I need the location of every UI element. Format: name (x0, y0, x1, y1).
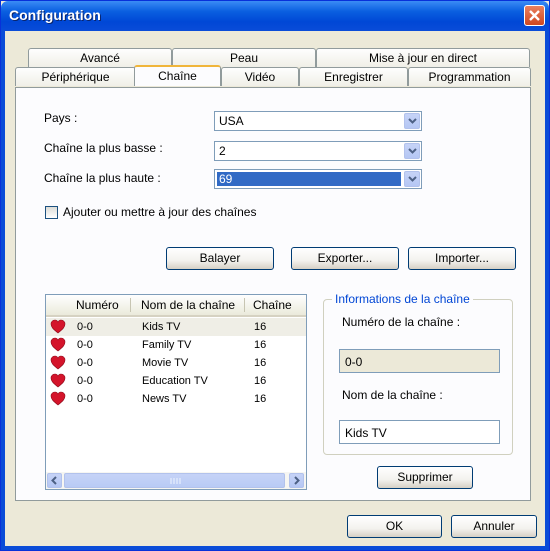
configuration-dialog: Configuration Avancé Peau Mise à jour en… (0, 0, 550, 551)
tab-label: Mise à jour en direct (368, 51, 478, 65)
column-header-channel[interactable]: Chaîne (253, 298, 292, 312)
column-header-number[interactable]: Numéro (76, 298, 119, 312)
list-item[interactable]: 0-0 News TV 16 (46, 390, 306, 408)
scan-button[interactable]: Balayer (166, 247, 274, 270)
channel-list[interactable]: Numéro Nom de la chaîne Chaîne 0-0 Kids … (45, 294, 307, 490)
tab-label: Périphérique (41, 70, 110, 84)
tab-label: Chaîne (158, 69, 197, 83)
tab-live-update[interactable]: Mise à jour en direct (316, 48, 530, 67)
chevron-down-icon (408, 118, 417, 124)
window-title: Configuration (9, 7, 101, 23)
tab-channel[interactable]: Chaîne (134, 65, 221, 86)
scroll-thumb[interactable] (64, 473, 285, 488)
highest-channel-label: Chaîne la plus haute : (44, 171, 161, 185)
channel-name-label: Nom de la chaîne : (342, 388, 443, 402)
column-header-name[interactable]: Nom de la chaîne (141, 298, 235, 312)
window-frame-left (1, 31, 5, 550)
delete-button[interactable]: Supprimer (377, 466, 473, 489)
tab-label: Programmation (428, 70, 511, 84)
channel-number-label: Numéro de la chaîne : (342, 315, 461, 329)
country-value: USA (219, 114, 244, 128)
column-separator[interactable] (244, 298, 245, 312)
tab-video[interactable]: Vidéo (221, 67, 299, 86)
row-channel: 16 (254, 393, 267, 405)
window-frame-right (545, 31, 549, 550)
scroll-left-button[interactable] (47, 473, 62, 488)
row-number: 0-0 (77, 393, 93, 405)
list-item[interactable]: 0-0 Family TV 16 (46, 336, 306, 354)
lowest-channel-select[interactable]: 2 (214, 141, 422, 161)
row-channel: 16 (254, 357, 267, 369)
channel-name-field[interactable]: Kids TV (339, 420, 500, 444)
list-item[interactable]: 0-0 Kids TV 16 (46, 318, 306, 336)
row-channel: 16 (254, 339, 267, 351)
row-channel: 16 (254, 375, 267, 387)
chevron-down-icon (408, 148, 417, 154)
country-label: Pays : (44, 111, 78, 125)
row-number: 0-0 (77, 375, 93, 387)
heart-icon (50, 355, 66, 370)
import-button[interactable]: Importer... (408, 247, 516, 270)
add-update-channels-label: Ajouter ou mettre à jour des chaînes (63, 205, 257, 219)
chevron-right-icon (294, 476, 300, 485)
scroll-right-button[interactable] (289, 473, 304, 488)
channel-number-value: 0-0 (345, 355, 363, 369)
window-frame-bottom (1, 546, 549, 550)
tab-label: Avancé (80, 51, 120, 65)
dropdown-button[interactable] (404, 143, 420, 159)
channel-name-value: Kids TV (345, 426, 387, 440)
tab-schedule[interactable]: Programmation (408, 67, 531, 86)
tab-label: Enregistrer (324, 70, 383, 84)
heart-icon (50, 337, 66, 352)
tab-label: Peau (229, 51, 259, 65)
row-channel: 16 (254, 321, 267, 333)
row-number: 0-0 (77, 321, 93, 333)
list-item[interactable]: 0-0 Movie TV 16 (46, 354, 306, 372)
list-item[interactable]: 0-0 Education TV 16 (46, 372, 306, 390)
horizontal-scrollbar[interactable] (46, 472, 306, 489)
row-name: Kids TV (142, 321, 181, 333)
grip-icon (170, 478, 181, 484)
highest-channel-value: 69 (217, 172, 401, 186)
row-number: 0-0 (77, 357, 93, 369)
heart-icon (50, 319, 66, 334)
tab-device[interactable]: Périphérique (15, 67, 136, 86)
highest-channel-select[interactable]: 69 (214, 169, 422, 189)
tab-label: Vidéo (244, 70, 276, 84)
tab-record[interactable]: Enregistrer (299, 67, 408, 86)
heart-icon (50, 391, 66, 406)
chevron-left-icon (51, 476, 57, 485)
row-name: Education TV (142, 375, 208, 387)
close-button[interactable] (524, 5, 545, 26)
chevron-down-icon (408, 176, 417, 182)
add-update-channels-checkbox[interactable] (45, 206, 58, 219)
cancel-button[interactable]: Annuler (451, 515, 537, 538)
heart-icon (50, 373, 66, 388)
close-icon (529, 10, 540, 21)
country-select[interactable]: USA (214, 111, 422, 131)
export-button[interactable]: Exporter... (291, 247, 399, 270)
channel-number-field[interactable]: 0-0 (339, 349, 500, 373)
dropdown-button[interactable] (404, 113, 420, 129)
row-number: 0-0 (77, 339, 93, 351)
lowest-channel-value: 2 (219, 144, 226, 158)
row-name: Family TV (142, 339, 192, 351)
title-bar[interactable]: Configuration (1, 1, 549, 31)
dropdown-button[interactable] (404, 171, 420, 187)
ok-button[interactable]: OK (347, 515, 442, 538)
column-separator[interactable] (130, 298, 131, 312)
lowest-channel-label: Chaîne la plus basse : (44, 141, 163, 155)
list-header: Numéro Nom de la chaîne Chaîne (46, 295, 306, 317)
row-name: Movie TV (142, 357, 189, 369)
channel-info-title: Informations de la chaîne (332, 292, 473, 306)
row-name: News TV (142, 393, 187, 405)
